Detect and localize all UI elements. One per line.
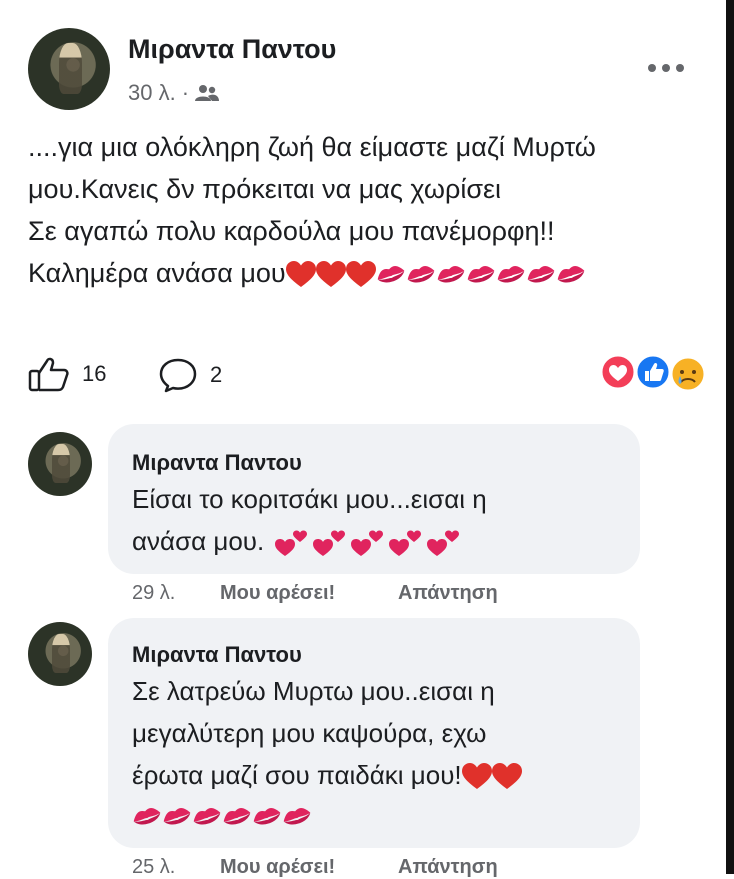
kiss-mark-icon [253, 808, 281, 825]
two-hearts-icon [351, 530, 384, 557]
heart-icon [285, 260, 316, 287]
thumbs-up-icon[interactable] [28, 356, 70, 392]
two-hearts-icon [389, 530, 422, 557]
like-count: 16 [82, 361, 107, 386]
two-hearts-icon [275, 530, 308, 557]
comment-icon[interactable] [158, 357, 198, 393]
comment-time[interactable]: 29 λ. [132, 582, 220, 605]
kiss-mark-icon [283, 808, 311, 825]
two-hearts-icon [313, 530, 346, 557]
kiss-mark-icon [193, 808, 221, 825]
comment-line: Σε λατρεύω Μυρτω μου..εισαι η [132, 676, 495, 706]
comment-line: Είσαι το κοριτσάκι μου...εισαι η [132, 484, 487, 514]
comment-emojis [275, 528, 461, 558]
post-line: μου.Κανεις δν πρόκειται να μας χωρίσει [28, 174, 502, 204]
comment-author-name[interactable]: Μιραντα Παντου [132, 450, 302, 476]
kiss-mark-icon [377, 265, 405, 283]
comment-reply-button[interactable]: Απάντηση [398, 582, 498, 605]
like-action[interactable]: 16 [28, 356, 106, 392]
comment-footer: 29 λ. Μου αρέσει! Απάντηση [132, 582, 498, 605]
comment-author-name[interactable]: Μιραντα Παντου [132, 642, 302, 668]
kiss-mark-icon [407, 265, 435, 283]
reactions-summary[interactable] [596, 352, 708, 392]
post-author-name[interactable]: Μιραντα Παντου [128, 34, 336, 65]
two-hearts-icon [427, 530, 460, 557]
friends-icon [195, 84, 220, 102]
author-avatar[interactable] [28, 28, 110, 110]
comment-footer: 25 λ. Μου αρέσει! Απάντηση [132, 856, 498, 879]
comment-text: Σε λατρεύω Μυρτω μου..εισαι η μεγαλύτερη… [132, 670, 522, 838]
kiss-mark-icon [527, 265, 555, 283]
comment-count: 2 [210, 362, 223, 387]
kiss-mark-icon [223, 808, 251, 825]
comment-action[interactable]: 2 [158, 357, 222, 393]
post-meta: 30 λ. · [128, 80, 220, 106]
comment-avatar[interactable] [28, 432, 92, 496]
post-line-last: Καλημέρα ανάσα μου [28, 252, 718, 294]
kiss-mark-icon [163, 808, 191, 825]
comment-like-button[interactable]: Μου αρέσει! [220, 582, 398, 605]
like-reaction-icon [634, 353, 672, 391]
heart-icon [461, 763, 492, 790]
comment-reply-button[interactable]: Απάντηση [398, 856, 498, 879]
comment-text: Είσαι το κοριτσάκι μου...εισαι η ανάσα μ… [132, 478, 487, 562]
comment-line: έρωτα μαζί σου παιδάκι μου! [132, 760, 462, 790]
post-emojis [285, 260, 586, 289]
comment-time[interactable]: 25 λ. [132, 856, 220, 879]
heart-icon [491, 763, 522, 790]
comment-avatar[interactable] [28, 622, 92, 686]
kiss-mark-icon [437, 265, 465, 283]
post-line: Σε αγαπώ πολυ καρδούλα μου πανέμορφη!! [28, 216, 555, 246]
heart-icon [315, 260, 346, 287]
kiss-mark-icon [497, 265, 525, 283]
post-line: ....για μια ολόκληρη ζωή θα είμαστε μαζί… [28, 132, 596, 162]
comment-line-last: έρωτα μαζί σου παιδάκι μου! [132, 754, 522, 796]
window-edge [726, 0, 734, 874]
comment-kisses [132, 796, 522, 838]
comment-hearts [461, 763, 522, 791]
heart-icon [345, 260, 376, 287]
more-options-icon[interactable] [646, 62, 686, 74]
post-body: ....για μια ολόκληρη ζωή θα είμαστε μαζί… [28, 126, 718, 294]
kiss-mark-icon [557, 265, 585, 283]
comment-like-button[interactable]: Μου αρέσει! [220, 856, 398, 879]
post-time[interactable]: 30 λ. · [128, 80, 189, 106]
post-line: Καλημέρα ανάσα μου [28, 258, 286, 288]
comment-line-last: ανάσα μου. [132, 520, 487, 562]
kiss-mark-icon [133, 808, 161, 825]
kiss-mark-icon [467, 265, 495, 283]
love-reaction-icon [599, 353, 637, 391]
comment-line: μεγαλύτερη μου καψούρα, εχω [132, 718, 487, 748]
comment-line: ανάσα μου. [132, 526, 265, 556]
sad-reaction-icon [669, 355, 707, 392]
